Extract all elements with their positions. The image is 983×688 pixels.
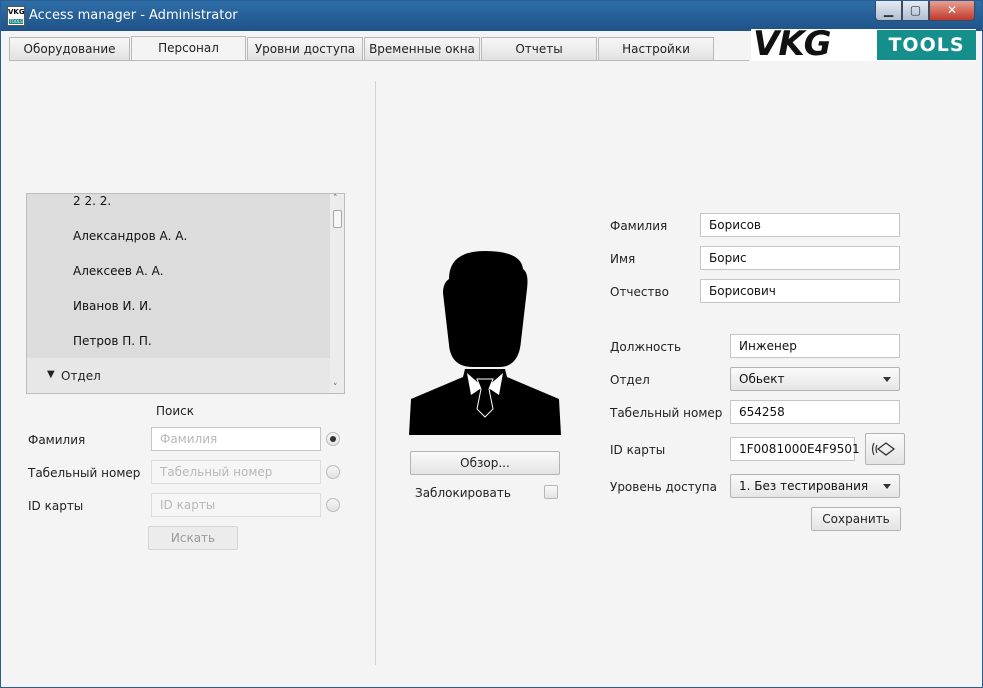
vkg-tools-logo: VKG TOOLS bbox=[751, 24, 976, 64]
tab-reports[interactable]: Отчеты bbox=[481, 37, 597, 60]
dropdown-caret-icon bbox=[883, 484, 891, 489]
app-icon-text: VKG bbox=[8, 8, 25, 16]
search-tab-number-input[interactable]: Табельный номер bbox=[151, 460, 321, 484]
person-silhouette-icon bbox=[409, 251, 561, 435]
search-tab-number-radio[interactable] bbox=[326, 465, 340, 479]
position-field[interactable]: Инженер bbox=[730, 334, 900, 358]
app-logo-icon: VKG TOOLS bbox=[7, 6, 25, 26]
access-level-value: 1. Без тестирования bbox=[739, 479, 869, 493]
patronymic-field[interactable]: Борисович bbox=[700, 279, 900, 303]
department-label: Отдел bbox=[610, 373, 650, 387]
app-icon-subtext: TOOLS bbox=[9, 19, 23, 24]
logo-tools-text: TOOLS bbox=[877, 30, 976, 60]
panel-divider bbox=[375, 81, 376, 665]
close-button[interactable]: ✕ bbox=[929, 1, 975, 21]
app-window: VKG TOOLS Access manager - Administrator… bbox=[0, 0, 983, 688]
expand-arrow-icon[interactable]: ▼ bbox=[47, 369, 55, 380]
search-title: Поиск bbox=[156, 404, 195, 418]
tab-number-field[interactable]: 654258 bbox=[730, 400, 900, 424]
dropdown-caret-icon bbox=[883, 377, 891, 382]
tree-item[interactable]: Александров А. А. bbox=[73, 229, 187, 243]
patronymic-label: Отчество bbox=[610, 285, 669, 299]
scroll-up-icon[interactable]: ˄ bbox=[333, 194, 338, 204]
access-level-select[interactable]: 1. Без тестирования bbox=[730, 474, 900, 498]
surname-label: Фамилия bbox=[610, 219, 668, 233]
tree-item[interactable]: 2 2. 2. bbox=[73, 194, 111, 208]
tree-item[interactable]: Петров П. П. bbox=[73, 334, 152, 348]
save-button[interactable]: Сохранить bbox=[811, 507, 901, 531]
surname-field[interactable]: Борисов bbox=[700, 213, 900, 237]
block-checkbox[interactable] bbox=[544, 485, 558, 499]
tab-access-levels[interactable]: Уровни доступа bbox=[247, 37, 363, 60]
title-bar[interactable]: VKG TOOLS Access manager - Administrator… bbox=[1, 1, 982, 31]
tab-settings[interactable]: Настройки bbox=[598, 37, 714, 60]
position-label: Должность bbox=[610, 340, 682, 354]
tree-scrollbar[interactable]: ˄ ˅ bbox=[330, 194, 344, 393]
minimize-button[interactable]: ▁ bbox=[875, 1, 902, 21]
access-level-label: Уровень доступа bbox=[610, 480, 717, 494]
block-label: Заблокировать bbox=[415, 486, 511, 500]
search-card-input[interactable]: ID карты bbox=[151, 493, 321, 517]
tab-number-label: Табельный номер bbox=[610, 406, 723, 420]
browse-photo-button[interactable]: Обзор... bbox=[410, 451, 560, 475]
tree-group-label: Отдел bbox=[61, 369, 101, 383]
card-id-field[interactable]: 1F0081000E4F9501 bbox=[730, 437, 860, 461]
search-surname-radio[interactable] bbox=[326, 432, 340, 446]
window-title: Access manager - Administrator bbox=[29, 8, 238, 23]
logo-vkg-text: VKG bbox=[753, 24, 832, 64]
tree-group-department[interactable]: ▼ Отдел bbox=[27, 358, 331, 393]
search-card-radio[interactable] bbox=[326, 498, 340, 512]
search-card-label: ID карты bbox=[28, 499, 84, 513]
tree-item[interactable]: Алексеев А. А. bbox=[73, 264, 164, 278]
search-tab-number-label: Табельный номер bbox=[28, 466, 141, 480]
tab-time-windows[interactable]: Временные окна bbox=[364, 37, 480, 60]
scroll-thumb[interactable] bbox=[333, 210, 342, 228]
tab-underline bbox=[9, 60, 749, 61]
employee-tree[interactable]: 2 2. 2. Александров А. А. Алексеев А. А.… bbox=[26, 193, 345, 394]
maximize-button[interactable]: ▢ bbox=[902, 1, 929, 21]
tree-item[interactable]: Иванов И. И. bbox=[73, 299, 152, 313]
tab-equipment[interactable]: Оборудование bbox=[9, 37, 130, 60]
department-value: Обьект bbox=[739, 372, 785, 386]
scroll-down-icon[interactable]: ˅ bbox=[333, 383, 338, 393]
rfid-card-icon bbox=[871, 442, 896, 456]
card-id-label: ID карты bbox=[610, 443, 666, 457]
read-card-button[interactable] bbox=[865, 433, 905, 465]
department-select[interactable]: Обьект bbox=[730, 367, 900, 391]
search-surname-label: Фамилия bbox=[28, 433, 86, 447]
search-surname-input[interactable]: Фамилия bbox=[151, 427, 321, 451]
name-label: Имя bbox=[610, 252, 636, 266]
search-button[interactable]: Искать bbox=[148, 526, 238, 550]
tab-personnel[interactable]: Персонал bbox=[131, 36, 246, 61]
name-field[interactable]: Борис bbox=[700, 246, 900, 270]
